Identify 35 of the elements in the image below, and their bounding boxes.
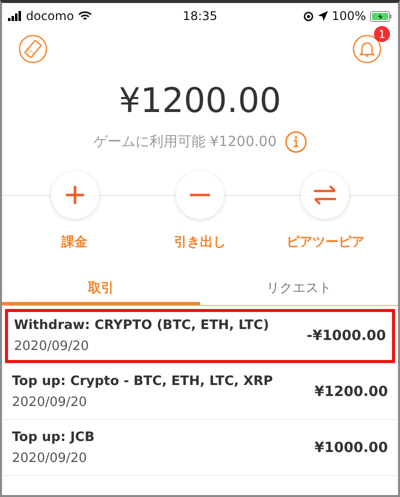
carrier-name: docomo	[26, 9, 74, 23]
status-time: 18:35	[182, 9, 218, 23]
minus-button[interactable]	[176, 171, 224, 219]
swap-button[interactable]	[301, 171, 350, 219]
transaction-title: Top up: Crypto - BTC, ETH, LTC, XRP	[12, 374, 273, 388]
transaction-amount: ¥1000.00	[314, 440, 388, 456]
signal-icon	[8, 11, 22, 21]
battery-percent: 100%	[332, 9, 366, 23]
tab[interactable]: リクエスト	[200, 273, 398, 305]
transaction-row[interactable]: Top up: Crypto - BTC, ETH, LTC, XRP 2020/09/20 ¥1200.00	[2, 364, 398, 420]
transaction-date: 2020/09/20	[14, 338, 90, 354]
available-balance: ゲームに利用可能 ¥1200.00	[93, 133, 277, 151]
info-icon[interactable]	[284, 131, 307, 153]
action-label: ピアツーピア	[286, 234, 364, 251]
transaction-date: 2020/09/20	[12, 394, 88, 410]
wifi-icon	[78, 11, 92, 21]
notification-badge: 1	[374, 26, 390, 42]
swap-icon	[312, 185, 338, 205]
highlighted-transaction-row[interactable]: Withdraw: CRYPTO (BTC, ETH, LTC) 2020/09/20 -¥1000.00	[4, 308, 396, 364]
location-icon	[318, 11, 328, 21]
transaction-title: Top up: JCB	[12, 430, 94, 444]
transaction-row[interactable]: Top up: JCB 2020/09/20 ¥1000.00	[2, 420, 398, 476]
transaction-amount: ¥1200.00	[314, 384, 388, 400]
minus-icon	[188, 193, 211, 197]
plus-button[interactable]	[50, 171, 99, 219]
transaction-date: 2020/09/20	[12, 450, 88, 466]
transaction-amount: -¥1000.00	[306, 328, 386, 344]
balance-amount: ¥1200.00	[118, 81, 282, 121]
rotation-lock-icon	[302, 10, 314, 22]
transaction-title: Withdraw: CRYPTO (BTC, ETH, LTC)	[14, 318, 270, 332]
action-label: 引き出し	[174, 234, 226, 251]
battery-icon	[370, 10, 392, 22]
ticket-icon[interactable]	[18, 34, 48, 64]
plus-icon	[64, 184, 86, 206]
action-label: 課金	[62, 234, 88, 251]
